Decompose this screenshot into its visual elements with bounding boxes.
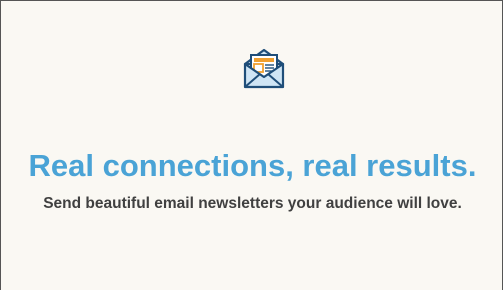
- hero-headline: Real connections, real results.: [28, 148, 477, 183]
- hero-subheadline: Send beautiful email newsletters your au…: [43, 195, 462, 212]
- open-envelope-newsletter-icon: [241, 45, 287, 91]
- hero-section: Real connections, real results. Send bea…: [0, 0, 503, 290]
